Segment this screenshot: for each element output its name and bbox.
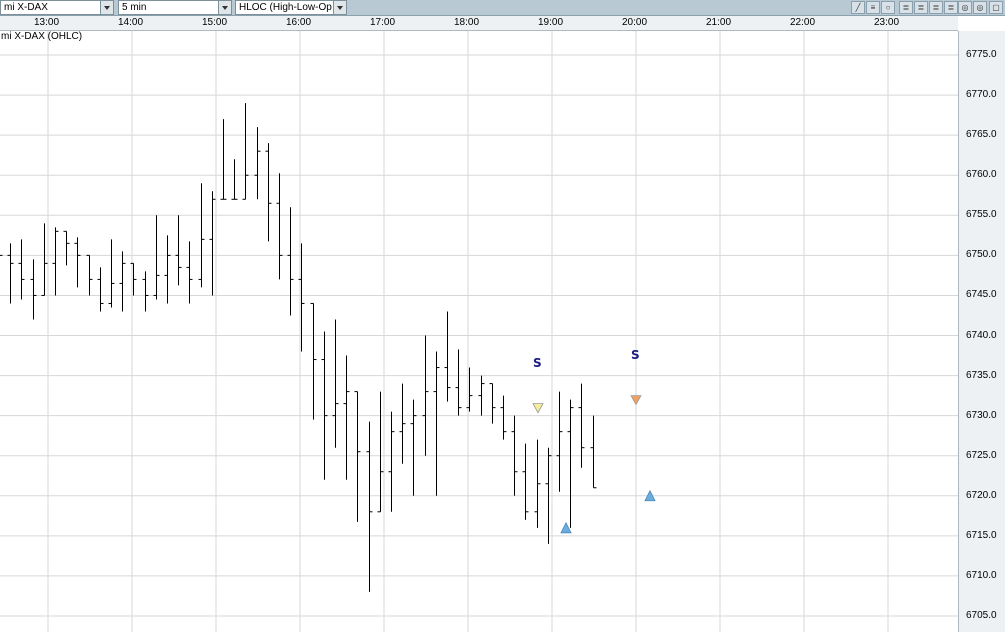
time-tick-label: 13:00 — [34, 17, 60, 28]
chart-type-select[interactable]: HLOC (High-Low-Open-Close) — [235, 0, 347, 15]
price-tick-label: 6745.0 — [966, 289, 997, 301]
time-tick-label: 16:00 — [286, 17, 312, 28]
price-tick-label: 6765.0 — [966, 129, 997, 141]
signal-label: S — [631, 347, 640, 362]
grid-icon[interactable]: ≡ — [866, 1, 880, 14]
price-tick-label: 6775.0 — [966, 49, 997, 61]
price-tick-label: 6760.0 — [966, 169, 997, 181]
signal-label: S — [533, 355, 542, 370]
interval-select-value: 5 min — [122, 2, 147, 13]
chart-type-select-value: HLOC (High-Low-Open-Close) — [239, 2, 332, 13]
settings-icon[interactable]: ◎ — [973, 1, 987, 14]
time-tick-label: 20:00 — [622, 17, 648, 28]
price-tick-label: 6720.0 — [966, 489, 997, 501]
buy-arrow-icon — [560, 521, 572, 534]
price-axis: 6705.0 6710.0 6715.0 6720.0 6725.0 6730.0 6735… — [958, 31, 1005, 632]
layout-icon[interactable]: ≣ — [914, 1, 928, 14]
time-tick-label: 21:00 — [706, 17, 732, 28]
layout-icon[interactable]: ≣ — [899, 1, 913, 14]
time-tick-label: 17:00 — [370, 17, 396, 28]
price-tick-label: 6755.0 — [966, 209, 997, 221]
price-tick-label: 6725.0 — [966, 449, 997, 461]
zoom-icon[interactable]: ◎ — [958, 1, 972, 14]
price-tick-label: 6710.0 — [966, 569, 997, 581]
price-tick-label: 6730.0 — [966, 409, 997, 421]
time-tick-label: 15:00 — [202, 17, 228, 28]
price-tick-label: 6715.0 — [966, 529, 997, 541]
price-chart[interactable] — [0, 31, 958, 632]
instrument-label: mi X-DAX (OHLC) — [1, 31, 83, 42]
chart-toolbar: mi X-DAX 5 min HLOC (High-Low-Open-Close… — [0, 0, 1005, 16]
window-icon[interactable]: ▢ — [989, 1, 1003, 14]
instrument-select-value: mi X-DAX — [4, 2, 48, 13]
layout-icon[interactable]: ≣ — [944, 1, 958, 14]
price-tick-label: 6705.0 — [966, 609, 997, 621]
time-tick-label: 14:00 — [118, 17, 144, 28]
price-tick-label: 6735.0 — [966, 369, 997, 381]
eraser-icon[interactable]: ○ — [881, 1, 895, 14]
time-tick-label: 23:00 — [874, 17, 900, 28]
layout-icon[interactable]: ≣ — [929, 1, 943, 14]
instrument-select[interactable]: mi X-DAX — [0, 0, 114, 15]
time-tick-label: 18:00 — [454, 17, 480, 28]
sell-arrow-icon — [630, 395, 642, 406]
chevron-down-icon[interactable] — [218, 1, 231, 14]
price-tick-label: 6750.0 — [966, 249, 997, 261]
sell-arrow-icon — [532, 403, 544, 414]
chevron-down-icon[interactable] — [100, 1, 113, 14]
price-tick-label: 6770.0 — [966, 89, 997, 101]
time-tick-label: 19:00 — [538, 17, 564, 28]
time-axis: 13:00 14:00 15:00 16:00 17:00 18:00 19:00 20:00… — [0, 16, 958, 31]
chevron-down-icon[interactable] — [333, 1, 346, 14]
interval-select[interactable]: 5 min — [118, 0, 232, 15]
time-tick-label: 22:00 — [790, 17, 816, 28]
draw-line-icon[interactable]: ╱ — [851, 1, 865, 14]
price-tick-label: 6740.0 — [966, 329, 997, 341]
